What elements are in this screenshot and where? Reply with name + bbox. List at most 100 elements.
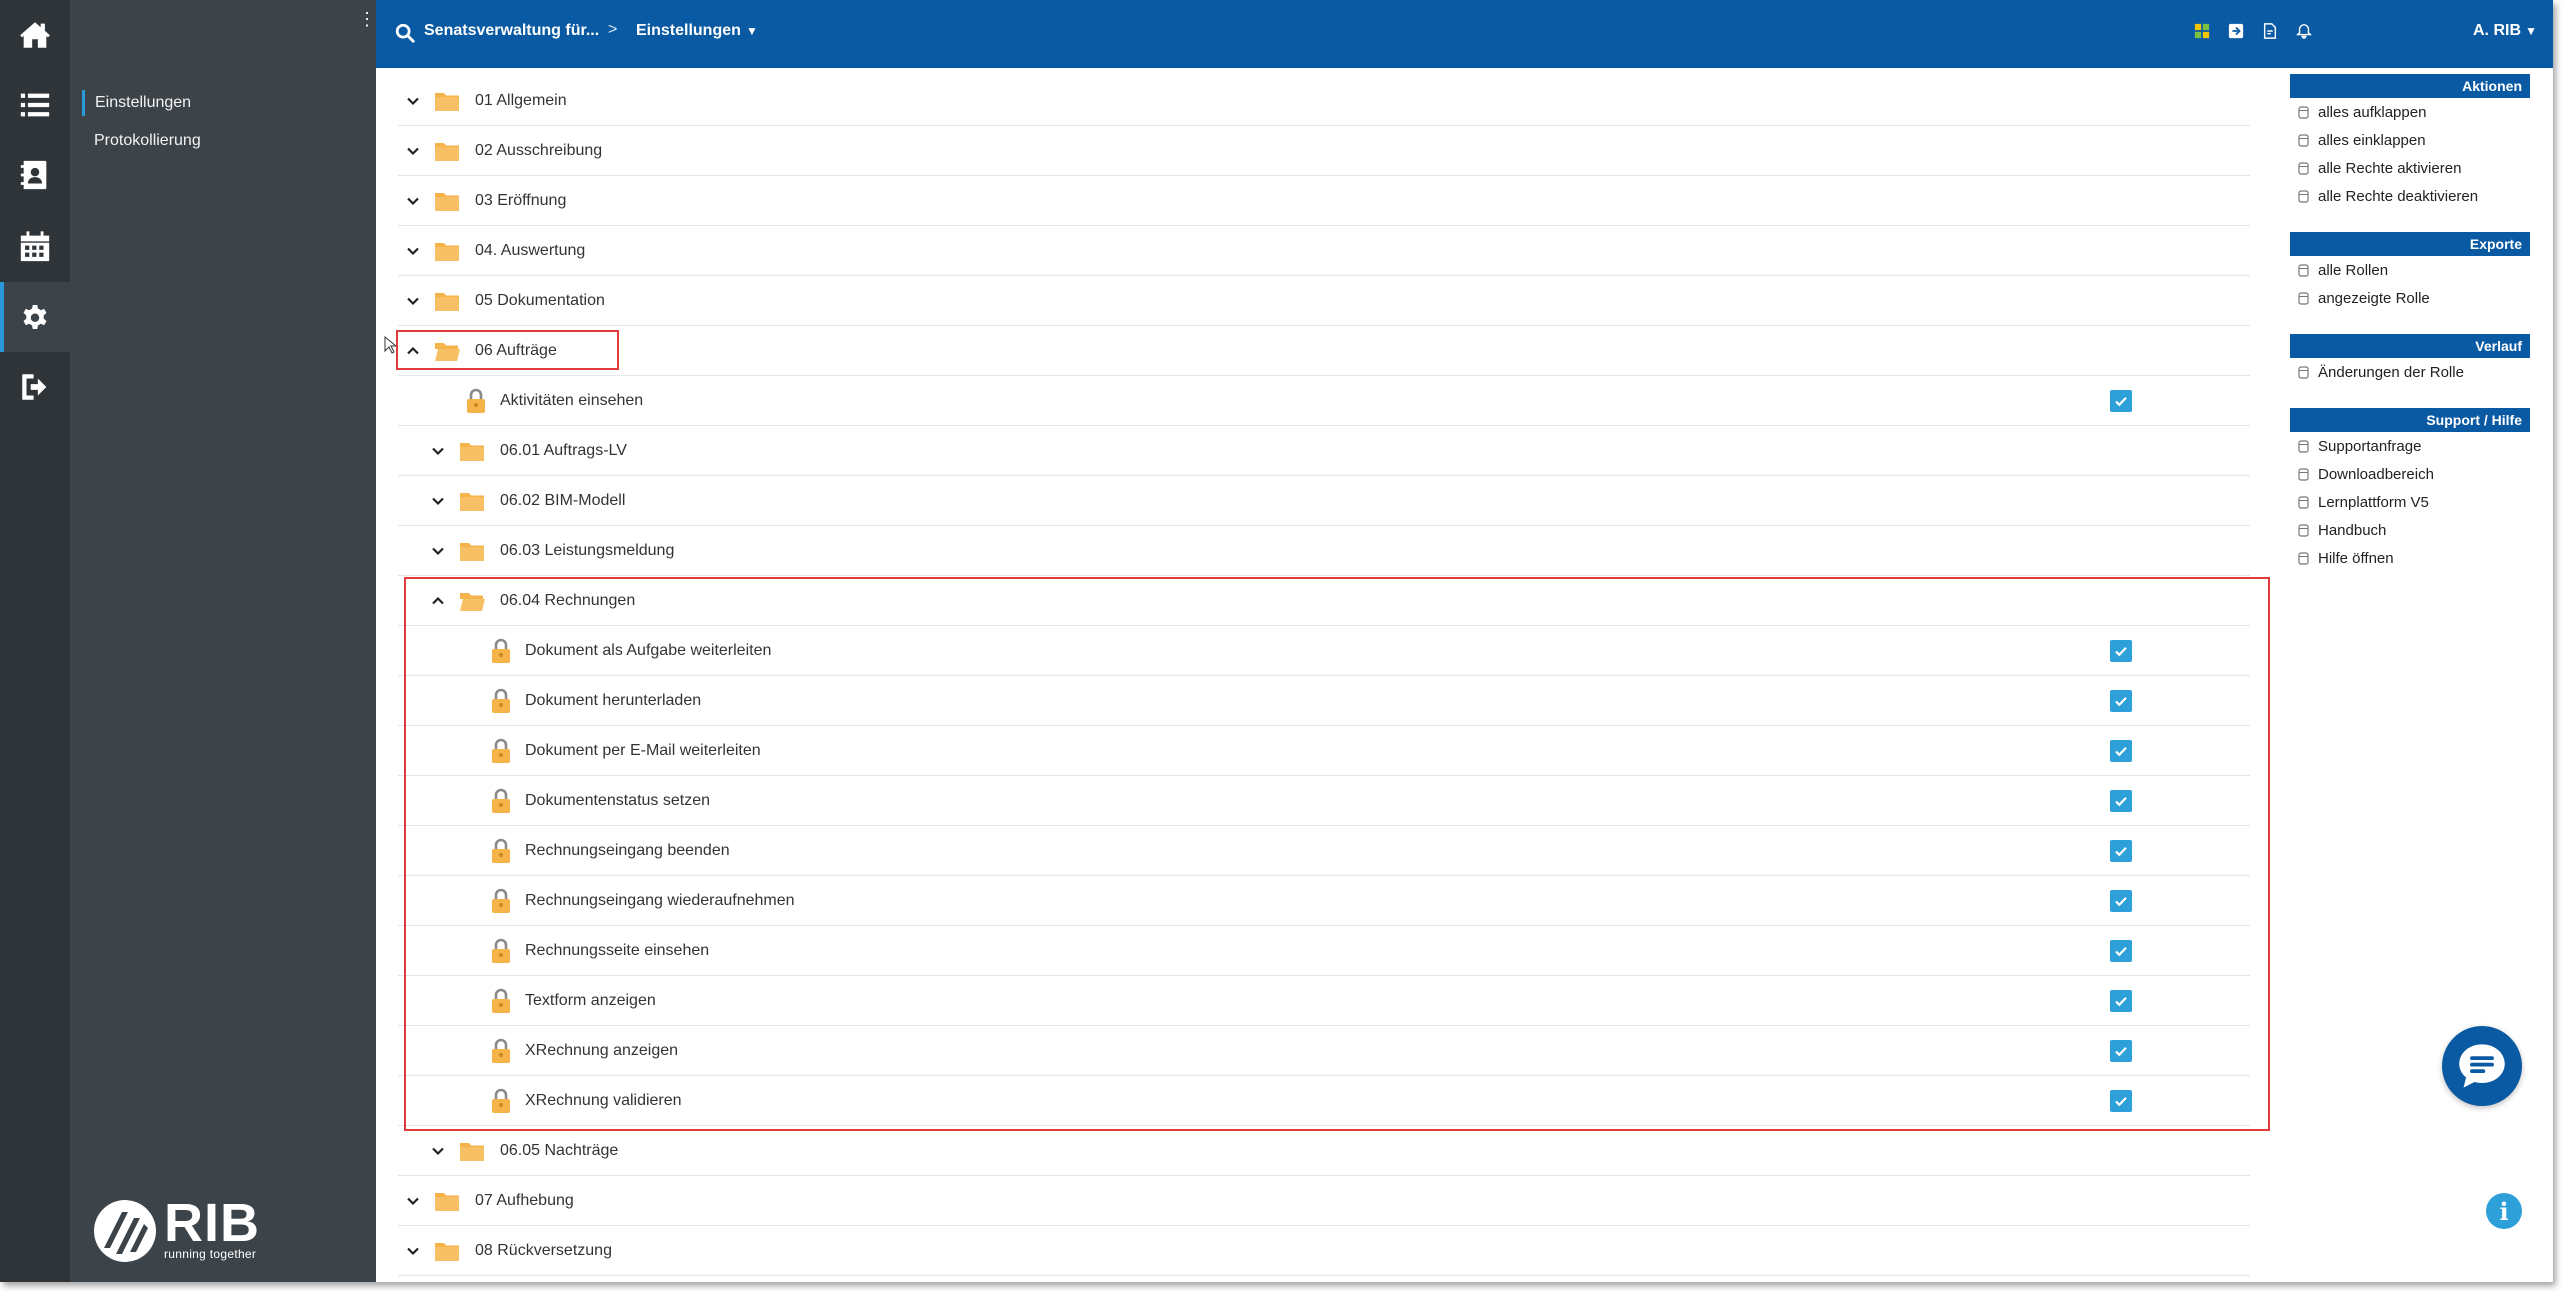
tree-permission-row[interactable]: XRechnung anzeigen [398, 1026, 2250, 1076]
tree-permission-row[interactable]: Aktivitäten einsehen [398, 376, 2250, 426]
chevron-down-icon[interactable] [404, 192, 422, 210]
panel-action-link[interactable]: angezeigte Rolle [2290, 284, 2530, 312]
rail-logout[interactable] [0, 352, 70, 422]
user-chevron-down-icon[interactable]: ▼ [2525, 24, 2537, 38]
breadcrumb-page[interactable]: Einstellungen [636, 22, 741, 40]
chevron-up-icon[interactable] [429, 592, 447, 610]
permission-checkbox[interactable] [2110, 939, 2132, 962]
tree-permission-row[interactable]: Dokument als Aufgabe weiterleiten [398, 626, 2250, 676]
tree-folder-row[interactable]: 05 Dokumentation [398, 276, 2250, 326]
subnav-item-einstellungen[interactable]: Einstellungen [82, 90, 191, 116]
tree-folder-row[interactable]: 02 Ausschreibung [398, 126, 2250, 176]
panel-action-link[interactable]: alle Rollen [2290, 256, 2530, 284]
permission-checkbox[interactable] [2110, 1039, 2132, 1062]
breadcrumb-client[interactable]: Senatsverwaltung für... [424, 22, 599, 40]
folder-open-icon [459, 590, 485, 612]
rib-logo-tagline: running together [164, 1247, 257, 1261]
tree-folder-label[interactable]: 06.03 Leistungsmeldung [500, 542, 674, 560]
tree-folder-row[interactable]: 08 Rückversetzung [398, 1226, 2250, 1276]
panel-action-link[interactable]: alle Rechte deaktivieren [2290, 182, 2530, 210]
tree-folder-label[interactable]: 06.02 BIM-Modell [500, 492, 625, 510]
tree-permission-row[interactable]: Dokument per E-Mail weiterleiten [398, 726, 2250, 776]
user-menu[interactable]: A. RIB [2473, 22, 2521, 40]
permission-checkbox[interactable] [2110, 1089, 2132, 1112]
chevron-up-icon[interactable] [404, 342, 422, 360]
chevron-down-icon[interactable] [429, 492, 447, 510]
tree-folder-label[interactable]: 07 Aufhebung [475, 1192, 574, 1210]
chevron-down-icon[interactable] [404, 1192, 422, 1210]
chevron-down-icon[interactable] [429, 442, 447, 460]
tree-folder-label[interactable]: 06 Aufträge [475, 342, 557, 360]
rail-contacts[interactable] [0, 140, 70, 210]
mouse-cursor-icon [384, 336, 396, 354]
tree-folder-row[interactable]: 06.04 Rechnungen [398, 576, 2250, 626]
panel-action-link[interactable]: Handbuch [2290, 516, 2530, 544]
tree-permission-row[interactable]: Dokument herunterladen [398, 676, 2250, 726]
tree-folder-row[interactable]: 06.01 Auftrags-LV [398, 426, 2250, 476]
tree-folder-label[interactable]: 02 Ausschreibung [475, 142, 602, 160]
tree-folder-label[interactable]: 06.04 Rechnungen [500, 592, 635, 610]
chat-button[interactable] [2442, 1026, 2522, 1106]
permission-checkbox[interactable] [2110, 389, 2132, 412]
chevron-down-icon[interactable] [404, 92, 422, 110]
tree-folder-row[interactable]: 07 Aufhebung [398, 1176, 2250, 1226]
chevron-down-icon[interactable] [404, 142, 422, 160]
permission-checkbox[interactable] [2110, 839, 2132, 862]
tree-permission-row[interactable]: Dokumentenstatus setzen [398, 776, 2250, 826]
tree-permission-row[interactable]: Rechnungseingang beenden [398, 826, 2250, 876]
tree-permission-row[interactable]: Textform anzeigen [398, 976, 2250, 1026]
rail-list[interactable] [0, 70, 70, 140]
tree-permission-row[interactable]: XRechnung validieren [398, 1076, 2250, 1126]
rail-calendar[interactable] [0, 212, 70, 282]
tree-folder-label[interactable]: 01 Allgemein [475, 92, 567, 110]
rail-settings[interactable] [0, 282, 70, 352]
tree-folder-row[interactable]: 03 Eröffnung [398, 176, 2250, 226]
lock-icon [490, 738, 512, 764]
panel-action-link[interactable]: alles aufklappen [2290, 98, 2530, 126]
chevron-down-icon[interactable] [429, 542, 447, 560]
rail-home[interactable] [0, 0, 70, 70]
tree-folder-row[interactable]: 06.05 Nachträge [398, 1126, 2250, 1176]
tree-folder-row[interactable]: 06 Aufträge [398, 326, 2250, 376]
bell-icon[interactable] [2295, 22, 2313, 40]
chevron-down-icon[interactable] [404, 292, 422, 310]
tree-permission-label: Rechnungseingang beenden [525, 841, 730, 859]
tree-folder-label[interactable]: 08 Rückversetzung [475, 1242, 612, 1260]
subnav-item-protokollierung[interactable]: Protokollierung [82, 128, 201, 154]
tree-folder-row[interactable]: 01 Allgemein [398, 76, 2250, 126]
search-icon[interactable] [394, 22, 416, 44]
panel-action-link[interactable]: alles einklappen [2290, 126, 2530, 154]
permission-checkbox[interactable] [2110, 639, 2132, 662]
tree-folder-label[interactable]: 03 Eröffnung [475, 192, 566, 210]
panel-action-link[interactable]: Supportanfrage [2290, 432, 2530, 460]
tree-permission-row[interactable]: Rechnungseingang wiederaufnehmen [398, 876, 2250, 926]
chevron-down-icon[interactable] [404, 1242, 422, 1260]
panel-action-link[interactable]: Downloadbereich [2290, 460, 2530, 488]
panel-action-link[interactable]: alle Rechte aktivieren [2290, 154, 2530, 182]
info-button[interactable]: i [2486, 1193, 2522, 1229]
panel-action-link[interactable]: Lernplattform V5 [2290, 488, 2530, 516]
tree-folder-label[interactable]: 04. Auswertung [475, 242, 585, 260]
tree-folder-label[interactable]: 06.01 Auftrags-LV [500, 442, 627, 460]
chevron-down-icon[interactable]: ▼ [746, 24, 758, 38]
tree-folder-row[interactable]: 06.02 BIM-Modell [398, 476, 2250, 526]
permission-checkbox[interactable] [2110, 989, 2132, 1012]
tree-folder-label[interactable]: 05 Dokumentation [475, 292, 605, 310]
document-edit-icon[interactable] [2261, 22, 2279, 40]
navigation-icon[interactable] [2227, 22, 2245, 40]
permission-checkbox[interactable] [2110, 889, 2132, 912]
tree-folder-row[interactable]: 06.03 Leistungsmeldung [398, 526, 2250, 576]
panel-action-link[interactable]: Hilfe öffnen [2290, 544, 2530, 572]
chevron-down-icon[interactable] [429, 1142, 447, 1160]
tree-folder-label[interactable]: 06.05 Nachträge [500, 1142, 618, 1160]
folder-icon [434, 1190, 460, 1212]
panel-action-link[interactable]: Änderungen der Rolle [2290, 358, 2530, 386]
permission-checkbox[interactable] [2110, 739, 2132, 762]
more-options-icon[interactable]: ⋮ [358, 10, 376, 28]
chevron-down-icon[interactable] [404, 242, 422, 260]
permission-checkbox[interactable] [2110, 789, 2132, 812]
permission-checkbox[interactable] [2110, 689, 2132, 712]
apps-grid-icon[interactable] [2193, 22, 2211, 40]
tree-permission-row[interactable]: Rechnungsseite einsehen [398, 926, 2250, 976]
tree-folder-row[interactable]: 04. Auswertung [398, 226, 2250, 276]
